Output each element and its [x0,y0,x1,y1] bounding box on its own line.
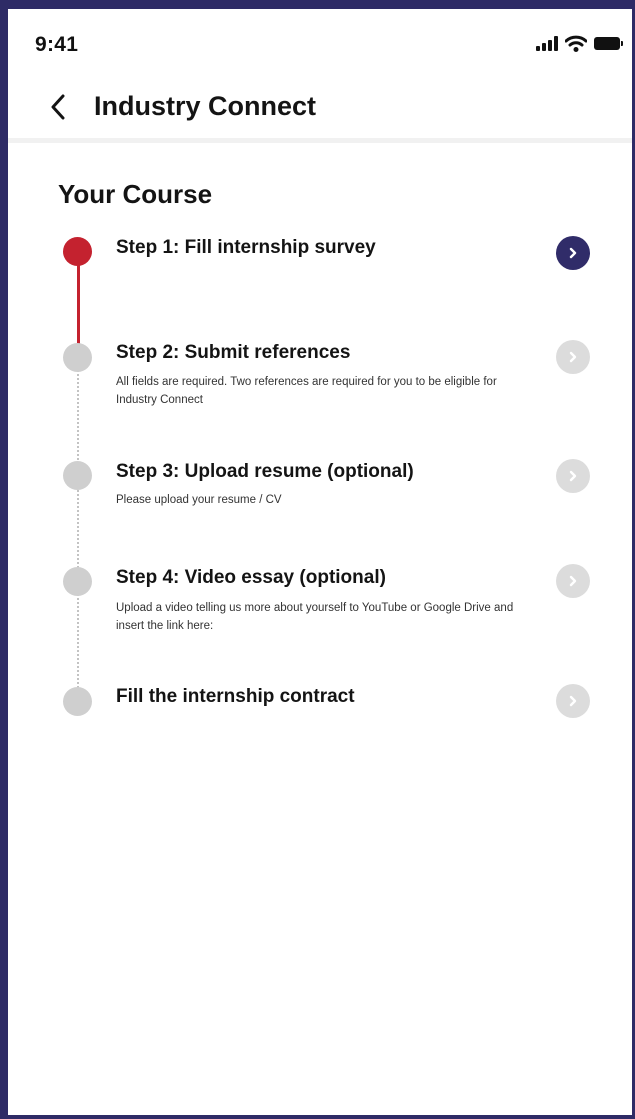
step-title: Step 1: Fill internship survey [116,237,376,258]
step-3-open-button[interactable] [556,459,590,493]
step-description: Please upload your resume / CV [116,494,282,506]
step-5-open-button[interactable] [556,684,590,718]
status-icons [536,35,623,52]
phone-screen: 9:41 Industry Connect Your Course Step 1… [0,0,635,1119]
step-indicator [63,567,92,596]
step-indicator [63,687,92,716]
step-indicator-active [63,237,92,266]
back-button[interactable] [40,87,76,127]
page-title: Industry Connect [94,91,317,121]
chevron-left-icon [51,94,65,120]
step-title: Step 2: Submit references [116,342,351,363]
signal-icon [536,36,558,51]
status-time: 9:41 [35,33,79,56]
chevron-right-icon [569,470,577,482]
step-1-open-button[interactable] [556,236,590,270]
chevron-right-icon [569,351,577,363]
step-description: All fields are required. Two references … [116,376,497,406]
step-2-open-button[interactable] [556,340,590,374]
step-indicator [63,461,92,490]
progress-line-completed [77,257,80,349]
step-title: Fill the internship contract [116,686,355,707]
step-description: Upload a video telling us more about you… [116,602,514,632]
battery-icon [594,37,623,50]
chevron-right-icon [569,575,577,587]
step-4-open-button[interactable] [556,564,590,598]
chevron-right-icon [569,695,577,707]
step-title: Step 3: Upload resume (optional) [116,461,414,482]
step-indicator [63,343,92,372]
app-header: Industry Connect [8,73,632,143]
section-title: Your Course [58,179,213,209]
wifi-icon [565,35,587,52]
step-title: Step 4: Video essay (optional) [116,567,386,588]
progress-line-pending [77,359,79,699]
chevron-right-icon [569,247,577,259]
